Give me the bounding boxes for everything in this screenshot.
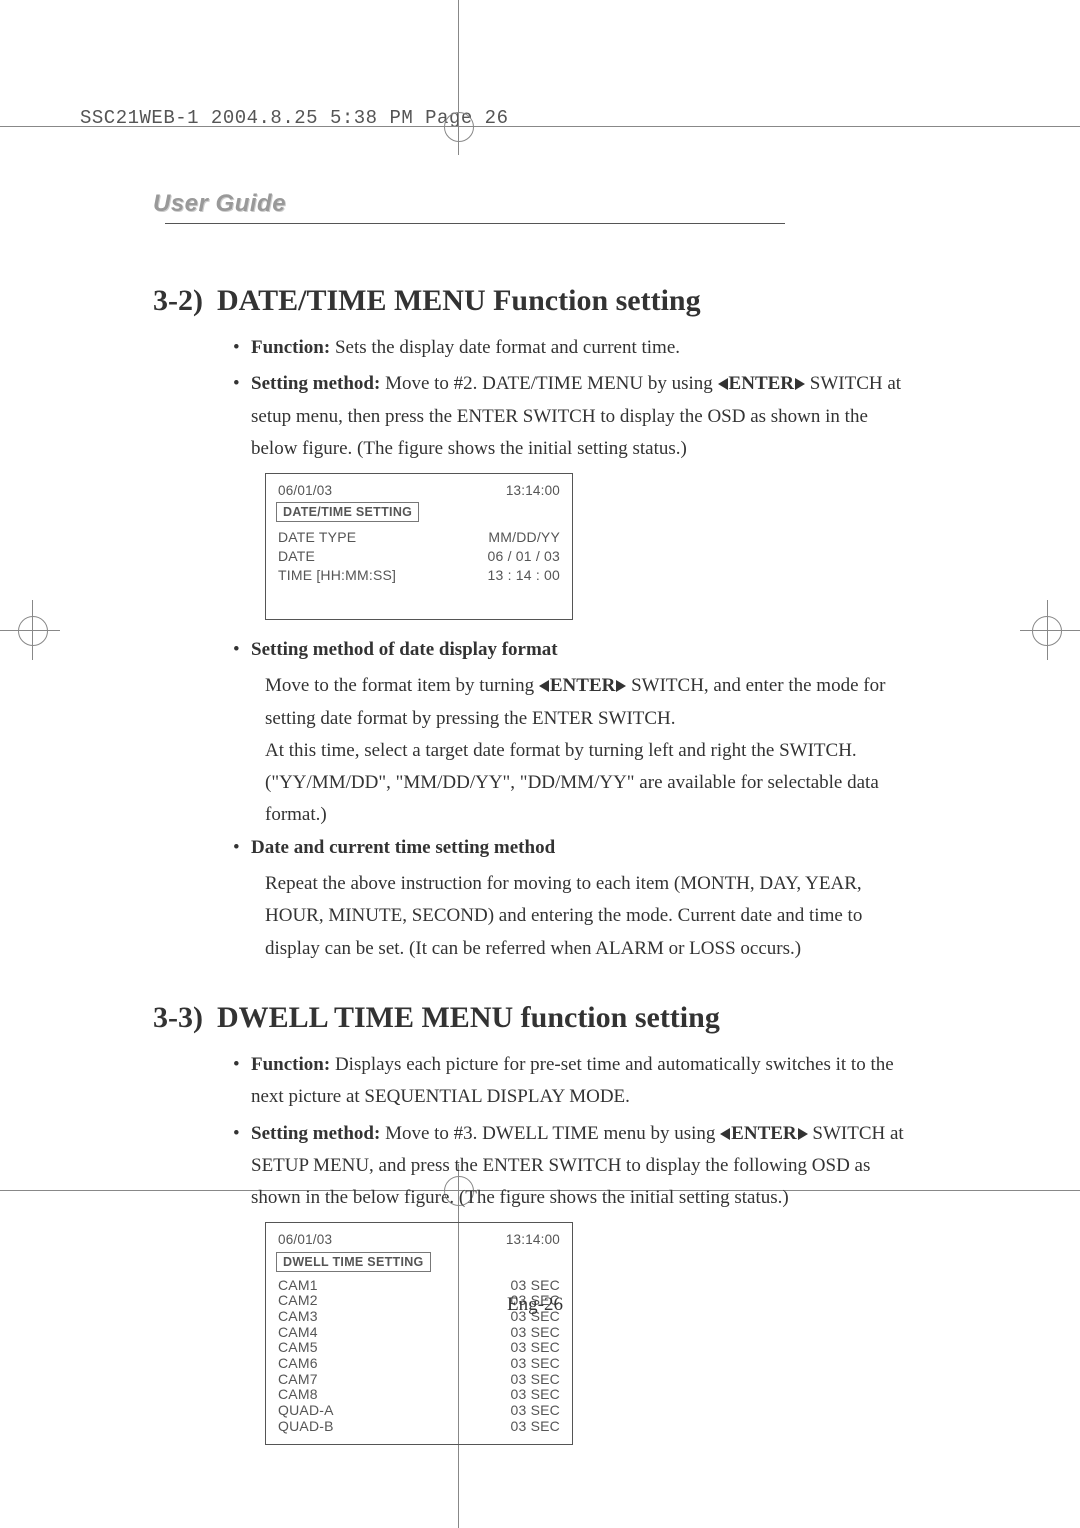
page-number: Eng-26: [153, 1294, 917, 1316]
osd-val: 06 / 01 / 03: [488, 547, 560, 566]
item-text: Sets the display date format and current…: [330, 337, 680, 358]
osd-figure-date-time: 06/01/03 13:14:00 DATE/TIME SETTING DATE…: [265, 473, 573, 620]
osd-val: 03 SEC: [511, 1387, 560, 1403]
item-text: Move to #2. DATE/TIME MENU by using: [380, 373, 717, 394]
triangle-left-icon: [718, 378, 728, 390]
user-guide-label: User Guide: [153, 190, 286, 217]
item-label: Setting method:: [251, 1123, 380, 1144]
triangle-right-icon: [795, 378, 805, 390]
triangle-left-icon: [539, 680, 549, 692]
section-number: 3-2): [153, 284, 203, 317]
registration-mark-icon: [18, 616, 48, 646]
osd-key: CAM4: [278, 1325, 318, 1341]
osd-key: CAM7: [278, 1372, 318, 1388]
section-title: DWELL TIME MENU function setting: [217, 1001, 720, 1034]
osd-val: 03 SEC: [511, 1372, 560, 1388]
osd-key: CAM6: [278, 1356, 318, 1372]
paragraph: ("YY/MM/DD", "MM/DD/YY", "DD/MM/YY" are …: [265, 767, 917, 832]
osd-key: CAM8: [278, 1387, 318, 1403]
bullet-list: Function: Displays each picture for pre-…: [153, 1049, 917, 1214]
osd-date: 06/01/03: [278, 482, 332, 500]
bullet-list: Function: Sets the display date format a…: [153, 332, 917, 465]
section-heading-3-3: 3-3) DWELL TIME MENU function setting: [153, 1001, 917, 1035]
list-item: Setting method of date display format: [251, 634, 917, 666]
osd-val: 03 SEC: [511, 1340, 560, 1356]
osd-val: 03 SEC: [511, 1403, 560, 1419]
osd-figure-dwell-time: 06/01/03 13:14:00 DWELL TIME SETTING CAM…: [265, 1222, 573, 1445]
osd-time: 13:14:00: [506, 1231, 560, 1249]
user-guide-header: User Guide: [153, 190, 917, 236]
section-title: DATE/TIME MENU Function setting: [217, 284, 701, 317]
osd-key: CAM5: [278, 1340, 318, 1356]
divider: [165, 223, 785, 224]
list-item: Setting method: Move to #2. DATE/TIME ME…: [251, 368, 917, 465]
enter-switch-label: ENTER: [550, 675, 615, 696]
osd-key: QUAD-A: [278, 1403, 334, 1419]
osd-val: 03 SEC: [511, 1325, 560, 1341]
item-label: Function:: [251, 337, 330, 358]
page: SSC21WEB-1 2004.8.25 5:38 PM Page 26 Use…: [0, 0, 1080, 1528]
enter-switch-label: ENTER: [729, 373, 794, 394]
item-label: Function:: [251, 1054, 330, 1075]
osd-key: CAM1: [278, 1278, 318, 1294]
osd-date: 06/01/03: [278, 1231, 332, 1249]
item-label: Setting method of date display format: [251, 639, 558, 660]
osd-title: DWELL TIME SETTING: [276, 1252, 431, 1272]
item-label: Date and current time setting method: [251, 837, 555, 858]
registration-mark-icon: [444, 112, 474, 142]
item-text: Displays each picture for pre-set time a…: [251, 1054, 894, 1107]
osd-key: TIME [HH:MM:SS]: [278, 566, 396, 585]
bullet-list: Setting method of date display format: [153, 634, 917, 666]
enter-switch-label: ENTER: [731, 1123, 796, 1144]
osd-time: 13:14:00: [506, 482, 560, 500]
section-heading-3-2: 3-2) DATE/TIME MENU Function setting: [153, 284, 917, 318]
crop-rule: [0, 126, 1080, 127]
osd-val: 13 : 14 : 00: [488, 566, 560, 585]
content-area: User Guide 3-2) DATE/TIME MENU Function s…: [153, 190, 917, 1459]
osd-title: DATE/TIME SETTING: [276, 502, 419, 522]
osd-key: DATE: [278, 547, 315, 566]
osd-val: 03 SEC: [511, 1278, 560, 1294]
list-item: Date and current time setting method: [251, 832, 917, 864]
registration-mark-icon: [1032, 616, 1062, 646]
paragraph: Move to the format item by turning ENTER…: [265, 670, 917, 735]
list-item: Function: Sets the display date format a…: [251, 332, 917, 364]
text: Move to the format item by turning: [265, 675, 539, 696]
item-text: Move to #3. DWELL TIME menu by using: [380, 1123, 720, 1144]
list-item: Function: Displays each picture for pre-…: [251, 1049, 917, 1114]
triangle-left-icon: [720, 1128, 730, 1140]
osd-val: MM/DD/YY: [488, 528, 560, 547]
list-item: Setting method: Move to #3. DWELL TIME m…: [251, 1118, 917, 1215]
paragraph: At this time, select a target date forma…: [265, 735, 917, 767]
osd-val: 03 SEC: [511, 1356, 560, 1372]
paragraph: Repeat the above instruction for moving …: [265, 868, 917, 965]
osd-val: 03 SEC: [511, 1419, 560, 1435]
bullet-list: Date and current time setting method: [153, 832, 917, 864]
item-label: Setting method:: [251, 373, 380, 394]
section-number: 3-3): [153, 1001, 203, 1034]
triangle-right-icon: [616, 680, 626, 692]
osd-key: DATE TYPE: [278, 528, 356, 547]
triangle-right-icon: [798, 1128, 808, 1140]
osd-key: QUAD-B: [278, 1419, 334, 1435]
